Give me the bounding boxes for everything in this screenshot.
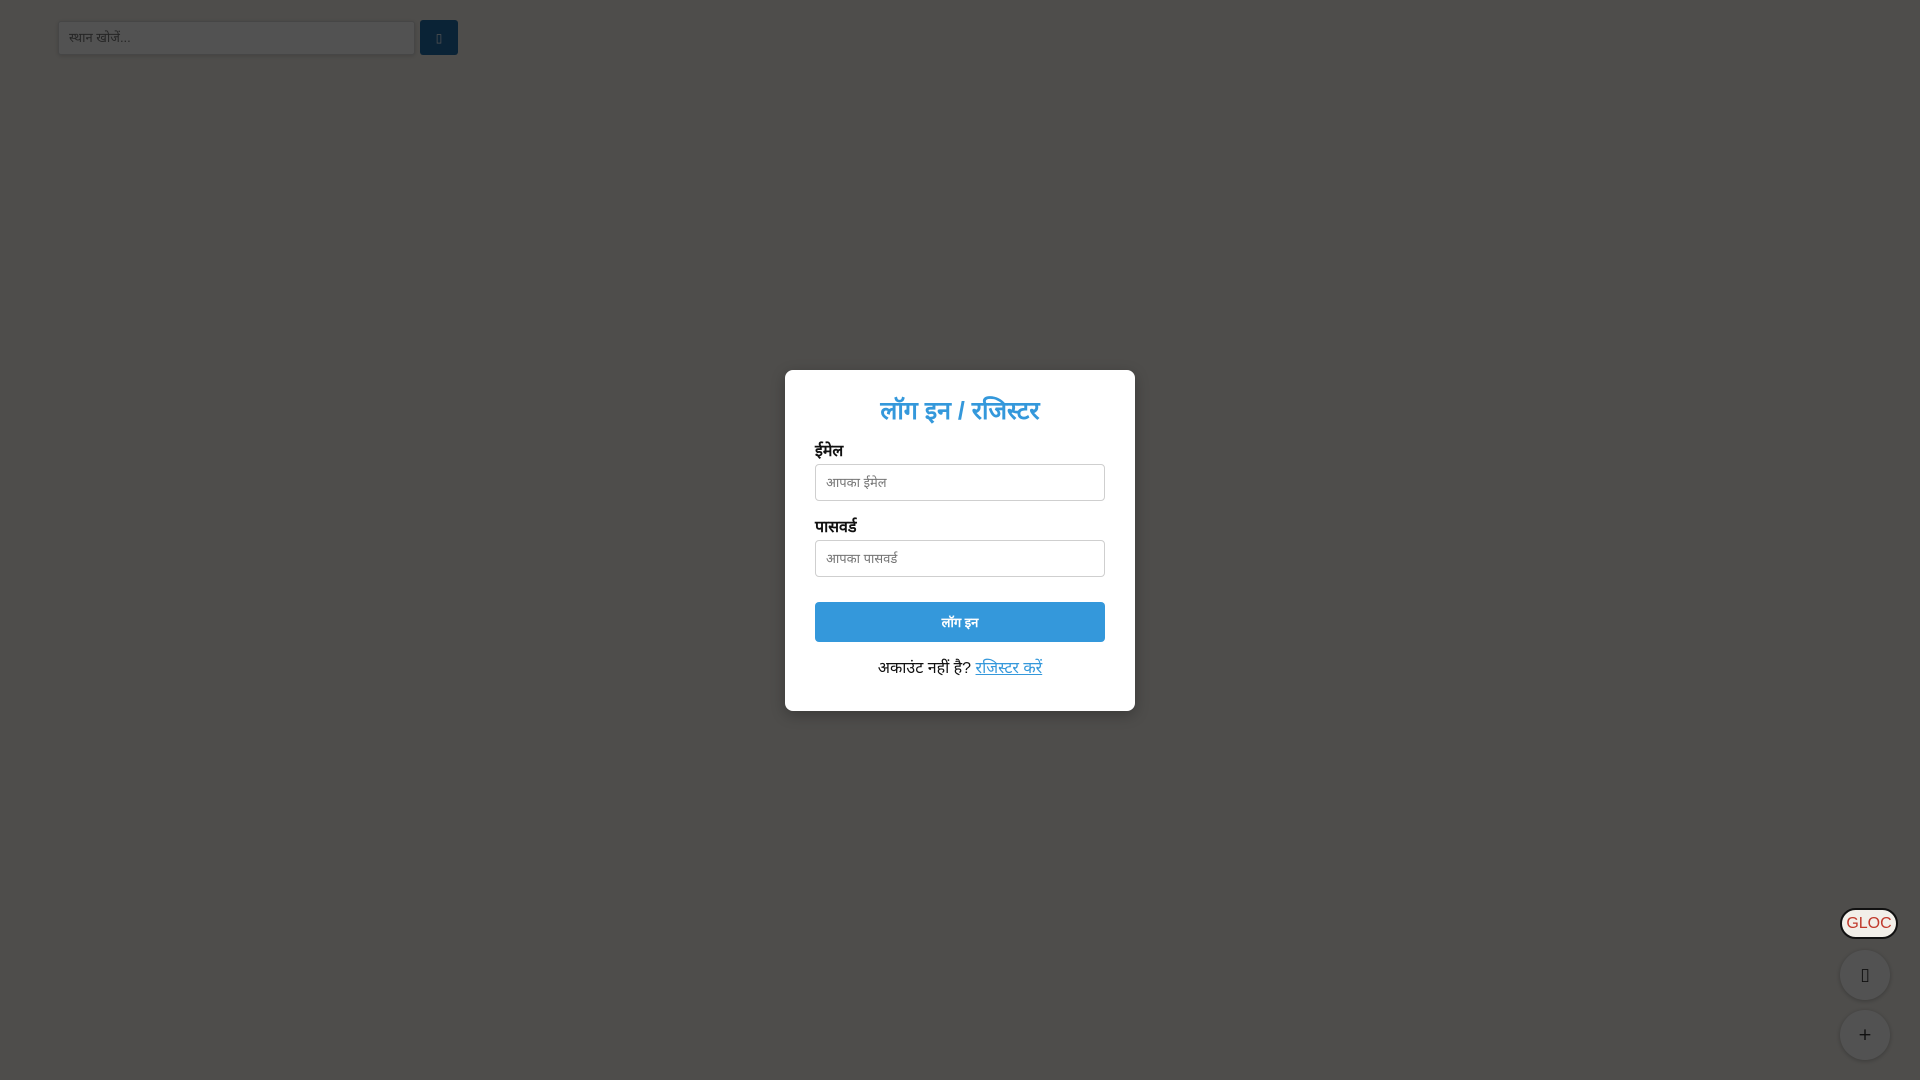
no-account-text: अकाउंट नहीं है? — [877, 660, 972, 678]
password-field-group: पासवर्ड — [815, 518, 1105, 578]
email-field-group: ईमेल — [815, 442, 1105, 502]
register-prompt: अकाउंट नहीं है? रजिस्टर करें — [815, 656, 1105, 678]
login-modal: लॉग इन / रजिस्टर ईमेल पासवर्ड लॉग इन अका… — [785, 370, 1135, 711]
modal-title: लॉग इन / रजिस्टर — [880, 397, 1040, 425]
email-field[interactable] — [815, 464, 1105, 502]
login-button[interactable]: लॉग इन — [815, 602, 1105, 643]
email-label: ईमेल — [815, 443, 844, 460]
password-field[interactable] — [815, 540, 1105, 578]
gloc-badge: GLOC — [1840, 908, 1898, 939]
password-label: पासवर्ड — [815, 519, 857, 537]
register-link[interactable]: रजिस्टर करें — [976, 660, 1043, 677]
